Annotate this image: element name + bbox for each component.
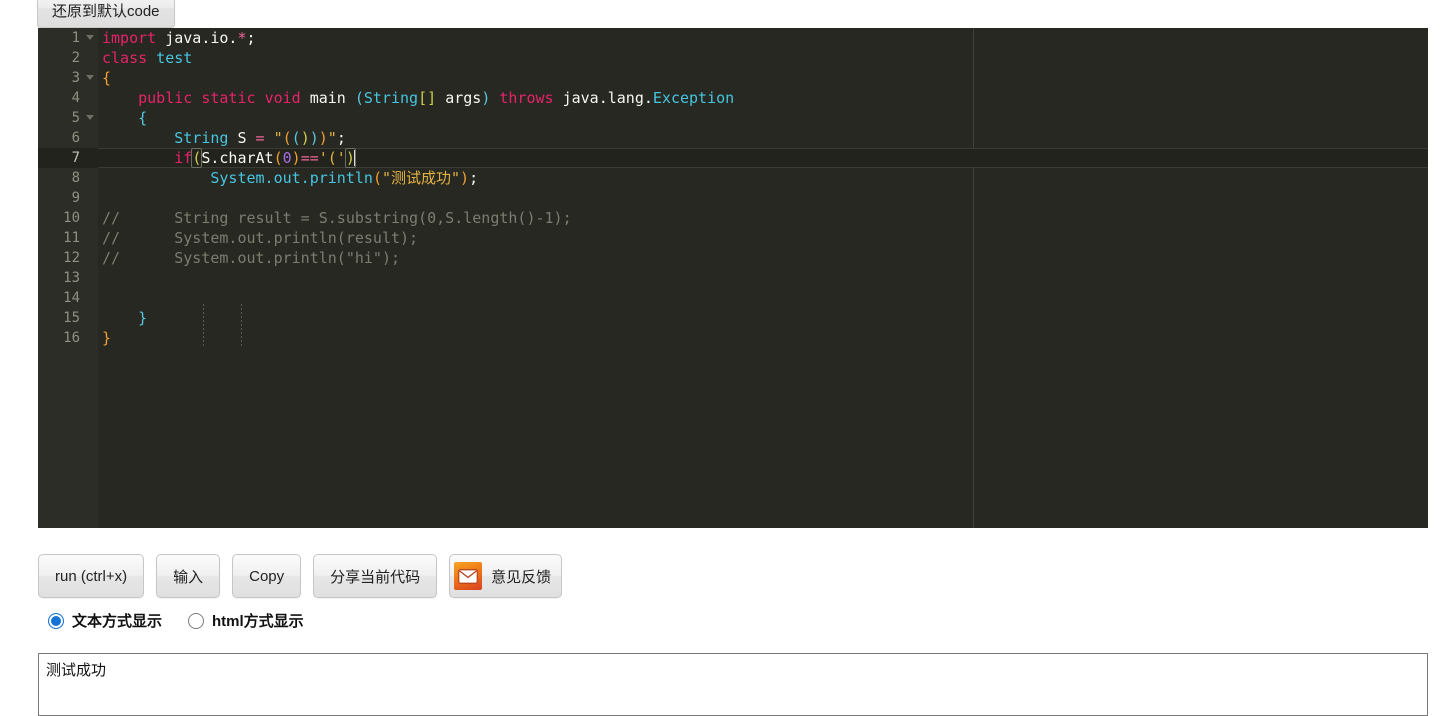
- share-code-button-label: 分享当前代码: [330, 568, 421, 586]
- radio-text-mode[interactable]: 文本方式显示: [48, 610, 162, 631]
- code-line[interactable]: [98, 188, 1428, 208]
- gutter-line-number[interactable]: 1: [38, 28, 98, 48]
- feedback-button-label: 意见反馈: [491, 568, 552, 586]
- gutter-line-number[interactable]: 12: [38, 248, 98, 268]
- output-textarea[interactable]: 测试成功: [38, 653, 1428, 716]
- fold-arrow-icon[interactable]: [86, 115, 94, 120]
- run-button[interactable]: run (ctrl+x): [38, 554, 145, 598]
- code-line[interactable]: import java.io.*;: [98, 28, 1428, 48]
- code-line[interactable]: String S = "(()))";: [98, 128, 1428, 148]
- copy-button-label: Copy: [249, 567, 285, 585]
- code-line[interactable]: // System.out.println("hi");: [98, 248, 1428, 268]
- radio-html-mode-label: html方式显示: [212, 613, 304, 630]
- code-line[interactable]: {: [98, 68, 1428, 88]
- code-line-active[interactable]: if(S.charAt(0)=='('): [98, 148, 1428, 168]
- radio-selected-icon[interactable]: [48, 612, 64, 629]
- gutter-line-number[interactable]: 3: [38, 68, 98, 88]
- fold-arrow-icon[interactable]: [86, 35, 94, 40]
- radio-unselected-icon[interactable]: [188, 612, 205, 629]
- gutter-line-number[interactable]: 14: [38, 288, 98, 308]
- text-cursor: [353, 150, 355, 166]
- action-button-row: run (ctrl+x) 输入 Copy 分享当前代码 意见反馈: [38, 554, 563, 598]
- feedback-button[interactable]: 意见反馈: [449, 554, 563, 598]
- gutter-line-number-active[interactable]: 7: [38, 148, 98, 168]
- code-line[interactable]: // String result = S.substring(0,S.lengt…: [98, 208, 1428, 228]
- code-line[interactable]: }: [98, 308, 1428, 328]
- restore-default-code-label: 还原到默认code: [52, 3, 160, 20]
- gutter-line-number[interactable]: 5: [38, 108, 98, 128]
- code-line[interactable]: {: [98, 108, 1428, 128]
- gutter-line-number[interactable]: 4: [38, 88, 98, 108]
- code-line[interactable]: System.out.println("测试成功");: [98, 168, 1428, 188]
- gutter-line-number[interactable]: 13: [38, 268, 98, 288]
- copy-button[interactable]: Copy: [232, 554, 302, 598]
- gutter-line-number[interactable]: 6: [38, 128, 98, 148]
- gutter-line-number[interactable]: 16: [38, 328, 98, 348]
- input-button-label: 输入: [173, 568, 204, 586]
- gutter-line-number[interactable]: 2: [38, 48, 98, 68]
- editor-code-area[interactable]: import java.io.*; class test { public st…: [98, 28, 1428, 528]
- radio-text-mode-label: 文本方式显示: [72, 613, 163, 630]
- share-code-button[interactable]: 分享当前代码: [313, 554, 438, 598]
- code-editor[interactable]: 1 2 3 4 5 6 7 8 9 10 11 12 13 14 15 16 i…: [38, 28, 1428, 528]
- run-button-label: run (ctrl+x): [55, 567, 128, 585]
- code-line[interactable]: // System.out.println(result);: [98, 228, 1428, 248]
- top-toolbar: 还原到默认code: [0, 0, 1448, 28]
- gutter-line-number[interactable]: 8: [38, 168, 98, 188]
- display-mode-radio-group: 文本方式显示 html方式显示: [48, 610, 304, 631]
- gutter-line-number[interactable]: 9: [38, 188, 98, 208]
- gutter-line-number[interactable]: 15: [38, 308, 98, 328]
- code-line[interactable]: public static void main (String[] args) …: [98, 88, 1428, 108]
- radio-html-mode[interactable]: html方式显示: [188, 610, 304, 631]
- input-button[interactable]: 输入: [156, 554, 221, 598]
- fold-arrow-icon[interactable]: [86, 75, 94, 80]
- output-text: 测试成功: [46, 661, 107, 679]
- code-line[interactable]: }: [98, 328, 1428, 348]
- code-line[interactable]: [98, 268, 1428, 288]
- gutter-line-number[interactable]: 11: [38, 228, 98, 248]
- gutter-line-number[interactable]: 10: [38, 208, 98, 228]
- editor-gutter[interactable]: 1 2 3 4 5 6 7 8 9 10 11 12 13 14 15 16: [38, 28, 98, 528]
- mail-icon: [454, 562, 483, 590]
- code-line[interactable]: class test: [98, 48, 1428, 68]
- restore-default-code-button[interactable]: 还原到默认code: [37, 0, 175, 28]
- code-line[interactable]: [98, 288, 1428, 308]
